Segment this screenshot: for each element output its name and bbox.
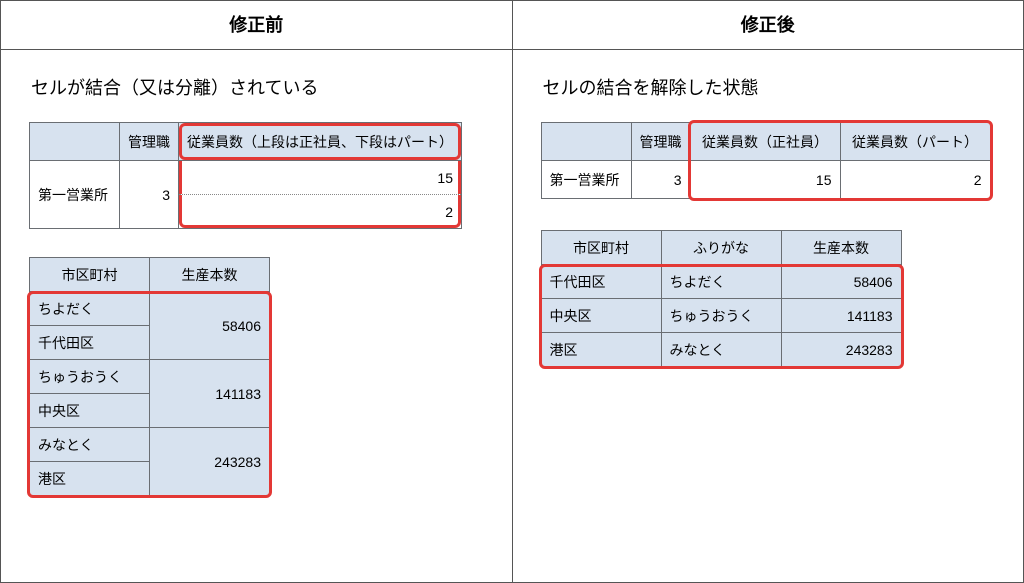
col-qty: 生産本数 [150,258,270,292]
col-employees-merged: 従業員数（上段は正社員、下段はパート） [179,123,462,161]
before-description: セルが結合（又は分離）されている [31,74,484,100]
cell-qty-0: 58406 [781,265,901,299]
cell-kana-2: みなとく [661,333,781,367]
col-qty: 生産本数 [781,231,901,265]
employee-table-after-wrap: 管理職 従業員数（正社員） 従業員数（パート） 第一営業所 3 15 2 [541,122,991,199]
cell-kana-2: みなとく [30,428,150,462]
cell-manager: 3 [120,161,179,229]
cell-emp-lower: 2 [179,195,462,229]
cell-qty-2: 243283 [781,333,901,367]
cell-full: 15 [690,161,840,199]
comparison-page: 修正前 セルが結合（又は分離）されている 管理職 従業員数（上段は正社員、下段は… [0,0,1024,583]
after-header: 修正後 [513,1,1024,50]
row-label: 第一営業所 [541,161,631,199]
employee-table-before: 管理職 従業員数（上段は正社員、下段はパート） 第一営業所 3 15 2 [29,122,462,229]
col-blank [30,123,120,161]
cell-ward-0: 千代田区 [541,265,661,299]
cell-manager: 3 [631,161,690,199]
col-emp-full: 従業員数（正社員） [690,123,840,161]
cell-kana-0: ちよだく [661,265,781,299]
after-body: セルの結合を解除した状態 管理職 従業員数（正社員） 従業員数（パート） 第一営… [513,50,1024,390]
cell-part: 2 [840,161,990,199]
cell-ward-0: 千代田区 [30,326,150,360]
col-kana: ふりがな [661,231,781,265]
cell-kana-1: ちゅうおうく [661,299,781,333]
before-column: 修正前 セルが結合（又は分離）されている 管理職 従業員数（上段は正社員、下段は… [1,1,513,582]
cell-ward-2: 港区 [541,333,661,367]
col-blank [541,123,631,161]
cell-emp-upper: 15 [179,161,462,195]
cell-ward-1: 中央区 [541,299,661,333]
cell-qty-1: 141183 [150,360,270,428]
production-table-after: 市区町村 ふりがな 生産本数 千代田区ちよだく58406 中央区ちゅうおうく14… [541,230,902,367]
after-description: セルの結合を解除した状態 [543,74,996,100]
after-column: 修正後 セルの結合を解除した状態 管理職 従業員数（正社員） 従業員数（パート）… [513,1,1024,582]
cell-qty-2: 243283 [150,428,270,496]
cell-ward-1: 中央区 [30,394,150,428]
col-ward: 市区町村 [30,258,150,292]
cell-qty-0: 58406 [150,292,270,360]
production-table-before-wrap: 市区町村 生産本数 ちよだく58406 千代田区 ちゅうおうく141183 中央… [29,257,270,496]
employee-table-after: 管理職 従業員数（正社員） 従業員数（パート） 第一営業所 3 15 2 [541,122,991,199]
col-manager: 管理職 [631,123,690,161]
cell-kana-0: ちよだく [30,292,150,326]
row-label: 第一営業所 [30,161,120,229]
col-manager: 管理職 [120,123,179,161]
col-emp-part: 従業員数（パート） [840,123,990,161]
col-ward: 市区町村 [541,231,661,265]
production-table-before: 市区町村 生産本数 ちよだく58406 千代田区 ちゅうおうく141183 中央… [29,257,270,496]
before-header: 修正前 [1,1,512,50]
cell-qty-1: 141183 [781,299,901,333]
cell-kana-1: ちゅうおうく [30,360,150,394]
before-body: セルが結合（又は分離）されている 管理職 従業員数（上段は正社員、下段はパート）… [1,50,512,519]
production-table-after-wrap: 市区町村 ふりがな 生産本数 千代田区ちよだく58406 中央区ちゅうおうく14… [541,230,902,367]
cell-ward-2: 港区 [30,462,150,496]
